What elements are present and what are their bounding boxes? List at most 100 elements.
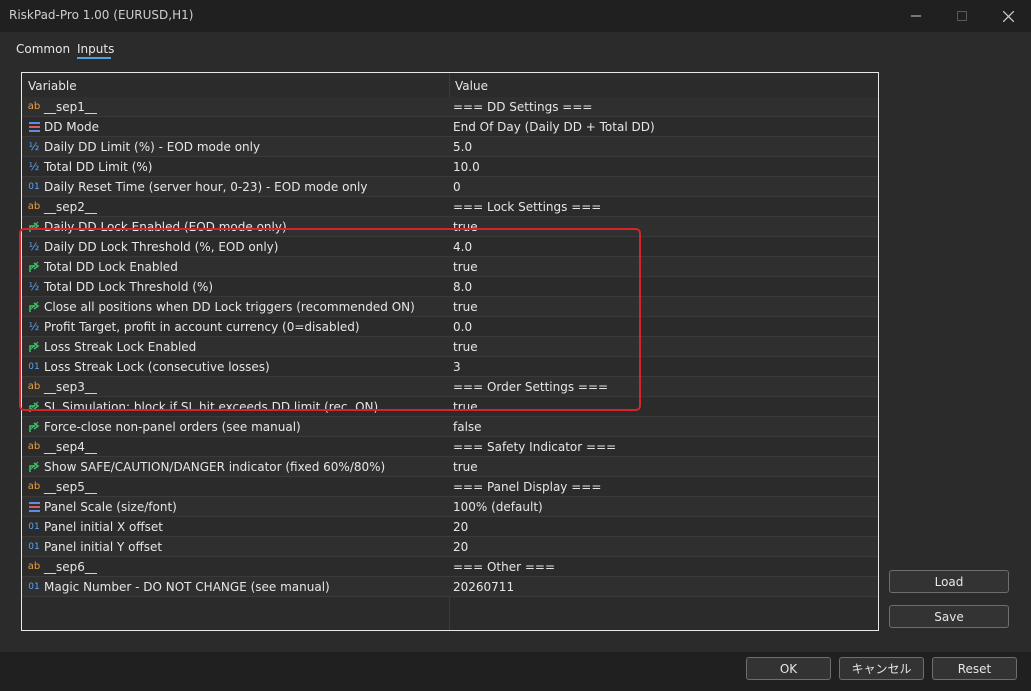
variable-value[interactable]: 4.0 bbox=[453, 240, 472, 254]
table-row[interactable]: ab __sep6__ === Other === bbox=[22, 557, 878, 577]
maximize-button[interactable] bbox=[939, 0, 985, 32]
string-icon: ab bbox=[27, 481, 41, 492]
table-row[interactable]: ½ Daily DD Lock Threshold (%, EOD only) 4.… bbox=[22, 237, 878, 257]
variable-name: Daily DD Lock Threshold (%, EOD only) bbox=[44, 240, 279, 254]
inputs-grid[interactable]: Variable Value ab __sep1__ === DD Settings… bbox=[21, 72, 879, 631]
table-row[interactable]: ½ Daily DD Limit (%) - EOD mode only 5.0 bbox=[22, 137, 878, 157]
save-button[interactable]: Save bbox=[889, 605, 1009, 628]
variable-value[interactable]: === Other === bbox=[453, 560, 555, 574]
table-row[interactable]: Daily DD Lock Enabled (EOD mode only) tru… bbox=[22, 217, 878, 237]
string-icon: ab bbox=[27, 441, 41, 452]
variable-value[interactable]: 0 bbox=[453, 180, 461, 194]
column-header-value[interactable]: Value bbox=[455, 79, 488, 93]
variable-value[interactable]: 20 bbox=[453, 520, 468, 534]
variable-name: __sep5__ bbox=[44, 480, 97, 494]
variable-value[interactable]: === DD Settings === bbox=[453, 100, 592, 114]
bool-icon bbox=[27, 420, 41, 433]
variable-value[interactable]: === Safety Indicator === bbox=[453, 440, 616, 454]
variable-name: Loss Streak Lock Enabled bbox=[44, 340, 197, 354]
variable-value[interactable]: 8.0 bbox=[453, 280, 472, 294]
table-row[interactable]: Loss Streak Lock Enabled true bbox=[22, 337, 878, 357]
table-row[interactable]: ½ Total DD Limit (%) 10.0 bbox=[22, 157, 878, 177]
string-icon: ab bbox=[27, 101, 41, 112]
variable-name: Panel Scale (size/font) bbox=[44, 500, 177, 514]
variable-name: Daily DD Limit (%) - EOD mode only bbox=[44, 140, 261, 154]
variable-value[interactable]: false bbox=[453, 420, 482, 434]
table-row[interactable]: 01 Daily Reset Time (server hour, 0-23) -… bbox=[22, 177, 878, 197]
string-icon: ab bbox=[27, 561, 41, 572]
column-header-variable[interactable]: Variable bbox=[28, 79, 77, 93]
table-row[interactable]: Show SAFE/CAUTION/DANGER indicator (fixe… bbox=[22, 457, 878, 477]
string-icon: ab bbox=[27, 201, 41, 212]
double-icon: ½ bbox=[28, 320, 40, 333]
load-button[interactable]: Load bbox=[889, 570, 1009, 593]
table-row[interactable]: ½ Total DD Lock Threshold (%) 8.0 bbox=[22, 277, 878, 297]
variable-value[interactable]: 0.0 bbox=[453, 320, 472, 334]
variable-value[interactable]: 20 bbox=[453, 540, 468, 554]
table-row[interactable]: ½ Profit Target, profit in account curren… bbox=[22, 317, 878, 337]
variable-name: __sep1__ bbox=[44, 100, 97, 114]
int-icon: 01 bbox=[28, 582, 40, 592]
close-button[interactable] bbox=[985, 0, 1031, 32]
table-row[interactable]: 01 Panel initial Y offset 20 bbox=[22, 537, 878, 557]
bool-icon bbox=[27, 460, 41, 473]
table-row[interactable]: 01 Panel initial X offset 20 bbox=[22, 517, 878, 537]
variable-value[interactable]: true bbox=[453, 340, 478, 354]
tab-bar: Common Inputs bbox=[0, 32, 1031, 60]
variable-name: Daily DD Lock Enabled (EOD mode only) bbox=[44, 220, 287, 234]
int-icon: 01 bbox=[28, 522, 40, 532]
table-row[interactable]: Force-close non-panel orders (see manual… bbox=[22, 417, 878, 437]
cancel-button[interactable]: キャンセル bbox=[839, 657, 924, 680]
variable-value[interactable]: true bbox=[453, 300, 478, 314]
variable-value[interactable]: 5.0 bbox=[453, 140, 472, 154]
variable-value[interactable]: true bbox=[453, 260, 478, 274]
variable-name: __sep4__ bbox=[44, 440, 97, 454]
table-row[interactable]: ab __sep3__ === Order Settings === bbox=[22, 377, 878, 397]
grid-rows: ab __sep1__ === DD Settings === DD Mode End … bbox=[22, 97, 878, 597]
variable-value[interactable]: true bbox=[453, 460, 478, 474]
tab-inputs[interactable]: Inputs bbox=[77, 42, 114, 56]
variable-name: DD Mode bbox=[44, 120, 99, 134]
variable-value[interactable]: true bbox=[453, 220, 478, 234]
variable-name: __sep2__ bbox=[44, 200, 97, 214]
ok-button[interactable]: OK bbox=[746, 657, 831, 680]
variable-name: __sep3__ bbox=[44, 380, 97, 394]
variable-name: SL Simulation: block if SL hit exceeds D… bbox=[44, 400, 379, 414]
variable-name: Show SAFE/CAUTION/DANGER indicator (fixe… bbox=[44, 460, 386, 474]
variable-value[interactable]: 20260711 bbox=[453, 580, 514, 594]
variable-value[interactable]: 10.0 bbox=[453, 160, 480, 174]
variable-value[interactable]: End Of Day (Daily DD + Total DD) bbox=[453, 120, 655, 134]
variable-name: Close all positions when DD Lock trigger… bbox=[44, 300, 415, 314]
minimize-icon bbox=[911, 15, 921, 17]
variable-value[interactable]: 3 bbox=[453, 360, 461, 374]
close-icon bbox=[1002, 10, 1014, 22]
table-row[interactable]: ab __sep4__ === Safety Indicator === bbox=[22, 437, 878, 457]
tab-common[interactable]: Common bbox=[16, 42, 70, 56]
reset-button[interactable]: Reset bbox=[932, 657, 1017, 680]
variable-value[interactable]: true bbox=[453, 400, 478, 414]
table-row[interactable]: Close all positions when DD Lock trigger… bbox=[22, 297, 878, 317]
table-row[interactable]: SL Simulation: block if SL hit exceeds D… bbox=[22, 397, 878, 417]
table-row[interactable]: 01 Loss Streak Lock (consecutive losses) 3 bbox=[22, 357, 878, 377]
table-row[interactable]: Panel Scale (size/font) 100% (default) bbox=[22, 497, 878, 517]
variable-value[interactable]: === Order Settings === bbox=[453, 380, 608, 394]
double-icon: ½ bbox=[28, 240, 40, 253]
bool-icon bbox=[27, 400, 41, 413]
variable-name: Magic Number - DO NOT CHANGE (see manual… bbox=[44, 580, 330, 594]
active-tab-indicator bbox=[77, 57, 111, 59]
variable-value[interactable]: === Panel Display === bbox=[453, 480, 601, 494]
variable-name: Profit Target, profit in account currenc… bbox=[44, 320, 360, 334]
title-bar: RiskPad-Pro 1.00 (EURUSD,H1) bbox=[0, 0, 1031, 32]
table-row[interactable]: Total DD Lock Enabled true bbox=[22, 257, 878, 277]
variable-name: __sep6__ bbox=[44, 560, 97, 574]
table-row[interactable]: ab __sep2__ === Lock Settings === bbox=[22, 197, 878, 217]
minimize-button[interactable] bbox=[893, 0, 939, 32]
int-icon: 01 bbox=[28, 542, 40, 552]
bool-icon bbox=[27, 260, 41, 273]
table-row[interactable]: DD Mode End Of Day (Daily DD + Total DD) bbox=[22, 117, 878, 137]
table-row[interactable]: ab __sep5__ === Panel Display === bbox=[22, 477, 878, 497]
variable-value[interactable]: 100% (default) bbox=[453, 500, 543, 514]
table-row[interactable]: 01 Magic Number - DO NOT CHANGE (see manu… bbox=[22, 577, 878, 597]
table-row[interactable]: ab __sep1__ === DD Settings === bbox=[22, 97, 878, 117]
variable-value[interactable]: === Lock Settings === bbox=[453, 200, 601, 214]
